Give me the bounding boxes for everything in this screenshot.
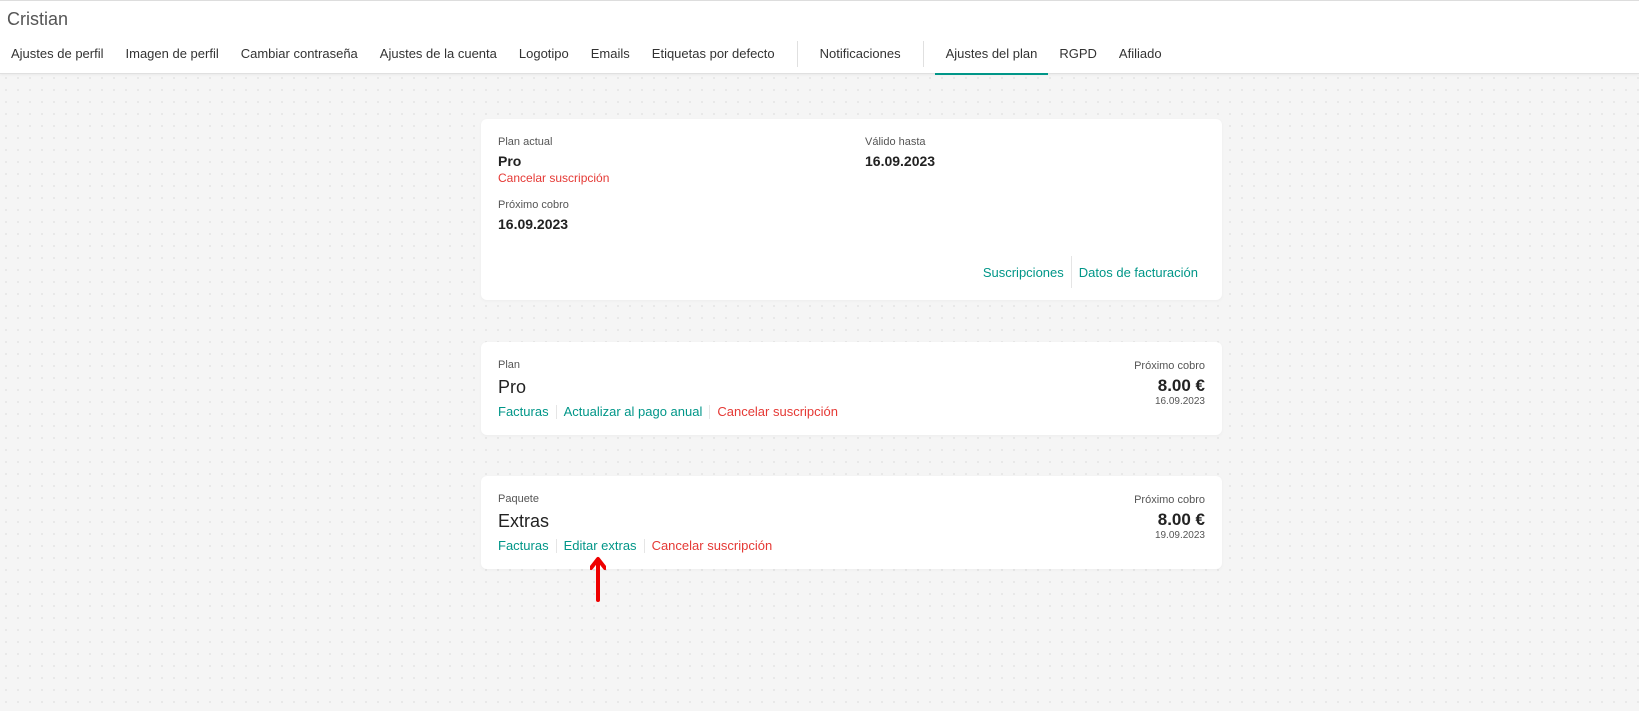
tab-profile-settings[interactable]: Ajustes de perfil [0,37,115,75]
next-charge-value: 16.09.2023 [498,216,569,232]
link-divider [555,538,557,553]
invoices-link[interactable]: Facturas [498,538,549,553]
tab-change-password[interactable]: Cambiar contraseña [230,37,369,75]
tab-profile-image[interactable]: Imagen de perfil [115,37,230,75]
link-divider [555,404,557,419]
edit-extras-link[interactable]: Editar extras [564,538,637,553]
cancel-subscription-link[interactable]: Cancelar suscripción [652,538,773,553]
next-charge-label: Próximo cobro [498,199,569,211]
tab-account-settings[interactable]: Ajustes de la cuenta [369,37,508,75]
plan-actions: Suscripciones Datos de facturación [983,256,1198,288]
tab-notifications[interactable]: Notificaciones [809,37,912,75]
tab-logo[interactable]: Logotipo [508,37,580,75]
charge-date: 19.09.2023 [1154,530,1205,541]
plan-card-links: Facturas Actualizar al pago anual Cancel… [498,404,838,419]
tab-plan-settings[interactable]: Ajustes del plan [934,37,1049,75]
plan-subscription-card: Plan Pro Facturas Actualizar al pago anu… [481,342,1222,435]
charge-date: 16.09.2023 [1154,396,1205,407]
tab-divider [796,41,798,67]
charge-amount: 8.00 € [1157,510,1205,529]
billing-details-link[interactable]: Datos de facturación [1079,265,1198,280]
package-title: Extras [498,511,550,531]
current-plan-label: Plan actual [498,136,553,148]
valid-until-value: 16.09.2023 [865,153,936,169]
charge-amount: 8.00 € [1157,376,1205,395]
upgrade-annual-link[interactable]: Actualizar al pago anual [564,404,703,419]
valid-until-label: Válido hasta [865,136,926,148]
link-divider [643,538,645,553]
next-charge-label: Próximo cobro [1134,494,1205,506]
package-type-label: Paquete [498,493,539,505]
tab-affiliate[interactable]: Afiliado [1108,37,1173,75]
tab-gdpr[interactable]: RGPD [1048,37,1108,75]
current-plan-value: Pro [498,153,522,169]
settings-tabs: Ajustes de perfil Imagen de perfil Cambi… [0,37,1173,75]
next-charge-label: Próximo cobro [1134,360,1205,372]
link-divider [1070,256,1072,288]
top-bar: Cristian Ajustes de perfil Imagen de per… [0,0,1639,75]
subscriptions-link[interactable]: Suscripciones [983,265,1064,280]
plan-title: Pro [498,377,527,397]
tab-emails[interactable]: Emails [580,37,641,75]
current-plan-card: Plan actual Pro Cancelar suscripción Vál… [481,119,1222,300]
tab-divider [922,41,924,67]
plan-type-label: Plan [498,359,521,371]
user-name: Cristian [7,9,69,29]
invoices-link[interactable]: Facturas [498,404,549,419]
cancel-subscription-link[interactable]: Cancelar suscripción [498,171,609,185]
tab-default-labels[interactable]: Etiquetas por defecto [641,37,786,75]
annotation-arrow-icon [590,557,606,602]
link-divider [709,404,711,419]
package-card-links: Facturas Editar extras Cancelar suscripc… [498,538,772,553]
cancel-subscription-link[interactable]: Cancelar suscripción [717,404,838,419]
